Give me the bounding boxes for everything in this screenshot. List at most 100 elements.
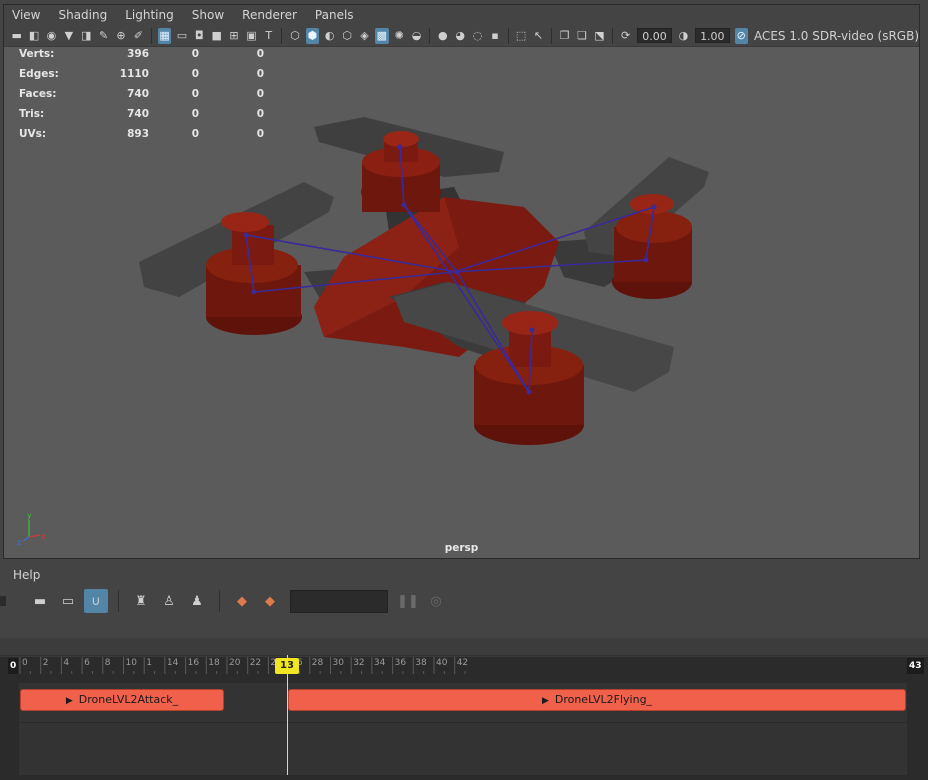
axis-y-label: y [27,511,32,520]
select-camera-icon[interactable]: ▬ [10,28,23,44]
exposure-icon[interactable]: ⬔ [593,28,606,44]
antialiasing-icon[interactable]: ◌ [471,28,484,44]
camera-attributes-icon[interactable]: ◧ [27,28,40,44]
hud-value: 0 [256,68,264,80]
backface-culling-icon[interactable]: ❏ [575,28,588,44]
tick-label: 16 [187,658,200,668]
menu-renderer[interactable]: Renderer [242,8,297,22]
brush-icon[interactable]: ✐ [132,28,145,44]
hud-value: 396 [127,48,149,60]
color-management-label[interactable]: ACES 1.0 SDR-video (sRGB) [754,29,919,43]
ghost-icon[interactable]: ♜ [129,589,153,613]
hud-row-verts: Verts: 396 0 0 [19,47,279,67]
clip-search-field[interactable] [290,589,388,613]
wireframe-on-shaded-icon[interactable]: ⬡ [340,28,353,44]
start-frame-badge[interactable]: 0 [8,658,19,674]
resolution-gate-icon[interactable]: ◘ [193,28,206,44]
track-area[interactable]: ▶ DroneLVL2Attack_ ▶ DroneLVL2Flying_ [0,683,928,780]
tick-label: 20 [229,658,241,668]
add-character-icon[interactable]: ♙ [157,589,181,613]
key-icon[interactable]: ◎ [424,589,448,613]
hud-value: 740 [127,88,149,100]
smooth-shade-icon[interactable]: ⬢ [305,27,320,44]
motion-blur-icon[interactable]: ◕ [453,28,466,44]
viewport-menubar: View Shading Lighting Show Renderer Pane… [4,5,919,25]
menu-view[interactable]: View [12,8,40,22]
hud-row-tris: Tris: 740 0 0 [19,107,279,127]
menu-lighting[interactable]: Lighting [125,8,174,22]
clip-label: DroneLVL2Attack_ [78,693,179,706]
snap-icon[interactable]: ∪ [84,589,108,613]
image-plane-icon[interactable]: ◨ [80,28,93,44]
pause-icon[interactable]: ❚❚ [396,589,420,613]
bookmark-icon[interactable]: ▼ [62,28,75,44]
tick-label: 0 [22,658,28,668]
tick-label: 36 [394,658,407,668]
time-ruler[interactable]: 0 43 02468101141618202224262830323436384… [0,657,928,683]
xray-icon[interactable]: ▩ [375,27,389,44]
trim-clip-icon[interactable]: ▬ [28,589,52,613]
toolbar-separator [429,27,431,44]
two-d-pan-zoom-icon[interactable]: ⊕ [114,28,127,44]
toolbar-separator [281,27,283,44]
split-clip-icon[interactable]: ▭ [56,589,80,613]
hud-value: 0 [256,88,264,100]
camera-name-label: persp [444,542,479,554]
grid-icon[interactable]: ▦ [157,27,172,44]
film-gate-icon[interactable]: ▭ [175,28,188,44]
play-icon: ▶ [65,696,73,706]
time-editor-top-strip [0,638,928,656]
grease-pencil-icon[interactable]: ✎ [97,28,110,44]
menu-shading[interactable]: Shading [58,8,107,22]
hud-value: 0 [256,128,264,140]
character-rig-icon[interactable]: ♟ [185,589,209,613]
clip-drone-flying[interactable]: ▶ DroneLVL2Flying_ [288,689,906,711]
viewport-canvas[interactable]: y x z Verts: 396 0 0 Edges: 1110 0 0 Fac… [4,47,919,558]
time-editor-toolbar: ▬ ▭ ∪ ♜ ♙ ♟ ◆ ◆ ❚❚ ◎ [0,588,450,614]
exposure-reset-icon[interactable]: ⟳ [619,28,632,44]
hud-value: 0 [191,108,199,120]
lock-camera-icon[interactable]: ◉ [45,28,58,44]
tick-label: 22 [249,658,262,668]
safe-action-icon[interactable]: ▣ [245,28,258,44]
toolbar-handle[interactable] [0,596,6,606]
menu-help[interactable]: Help [13,568,40,582]
xray-active-icon[interactable]: ❐ [558,28,571,44]
toolbar-separator [612,27,613,44]
end-frame-badge[interactable]: 43 [907,658,924,674]
isolate-select-icon[interactable]: ⬚ [514,28,527,44]
tick-label: 34 [373,658,386,668]
tick-label: 32 [353,658,365,668]
add-key-icon[interactable]: ◆ [230,589,254,613]
motor-right-cap [630,194,674,214]
ambient-occlusion-icon[interactable]: ● [436,28,449,44]
textured-icon[interactable]: ◈ [358,28,371,44]
default-material-icon[interactable]: ◐ [323,28,336,44]
track-divider [19,722,907,723]
menu-panels[interactable]: Panels [315,8,354,22]
field-chart-icon[interactable]: ⊞ [227,28,240,44]
clip-drone-attack[interactable]: ▶ DroneLVL2Attack_ [20,689,224,711]
refresh-key-icon[interactable]: ◆ [258,589,282,613]
gamma-field[interactable]: 1.00 [695,28,730,43]
gamma-icon[interactable]: ◑ [677,28,690,44]
lights-icon[interactable]: ✺ [393,28,406,44]
depth-of-field-icon[interactable]: ▪ [488,28,501,44]
wireframe-icon[interactable]: ⬡ [288,28,301,44]
shadows-icon[interactable]: ◒ [410,28,423,44]
hud-value: 1110 [119,68,149,80]
xray-joints-icon[interactable]: ↖ [532,28,545,44]
poly-count-hud: Verts: 396 0 0 Edges: 1110 0 0 Faces: 74… [19,47,279,147]
hud-value: 0 [191,128,199,140]
current-time-indicator[interactable] [287,655,288,775]
safe-title-icon[interactable]: T [262,28,275,44]
tick-label: 14 [166,658,179,668]
hud-value: 0 [191,68,199,80]
gate-mask-icon[interactable]: ■ [210,28,223,44]
exposure-field[interactable]: 0.00 [637,28,672,43]
hud-value: 0 [256,108,264,120]
tick-label: 10 [125,658,137,668]
color-management-toggle-icon[interactable]: ⊘ [734,27,748,44]
menu-show[interactable]: Show [192,8,224,22]
toolbar-separator [507,27,509,44]
